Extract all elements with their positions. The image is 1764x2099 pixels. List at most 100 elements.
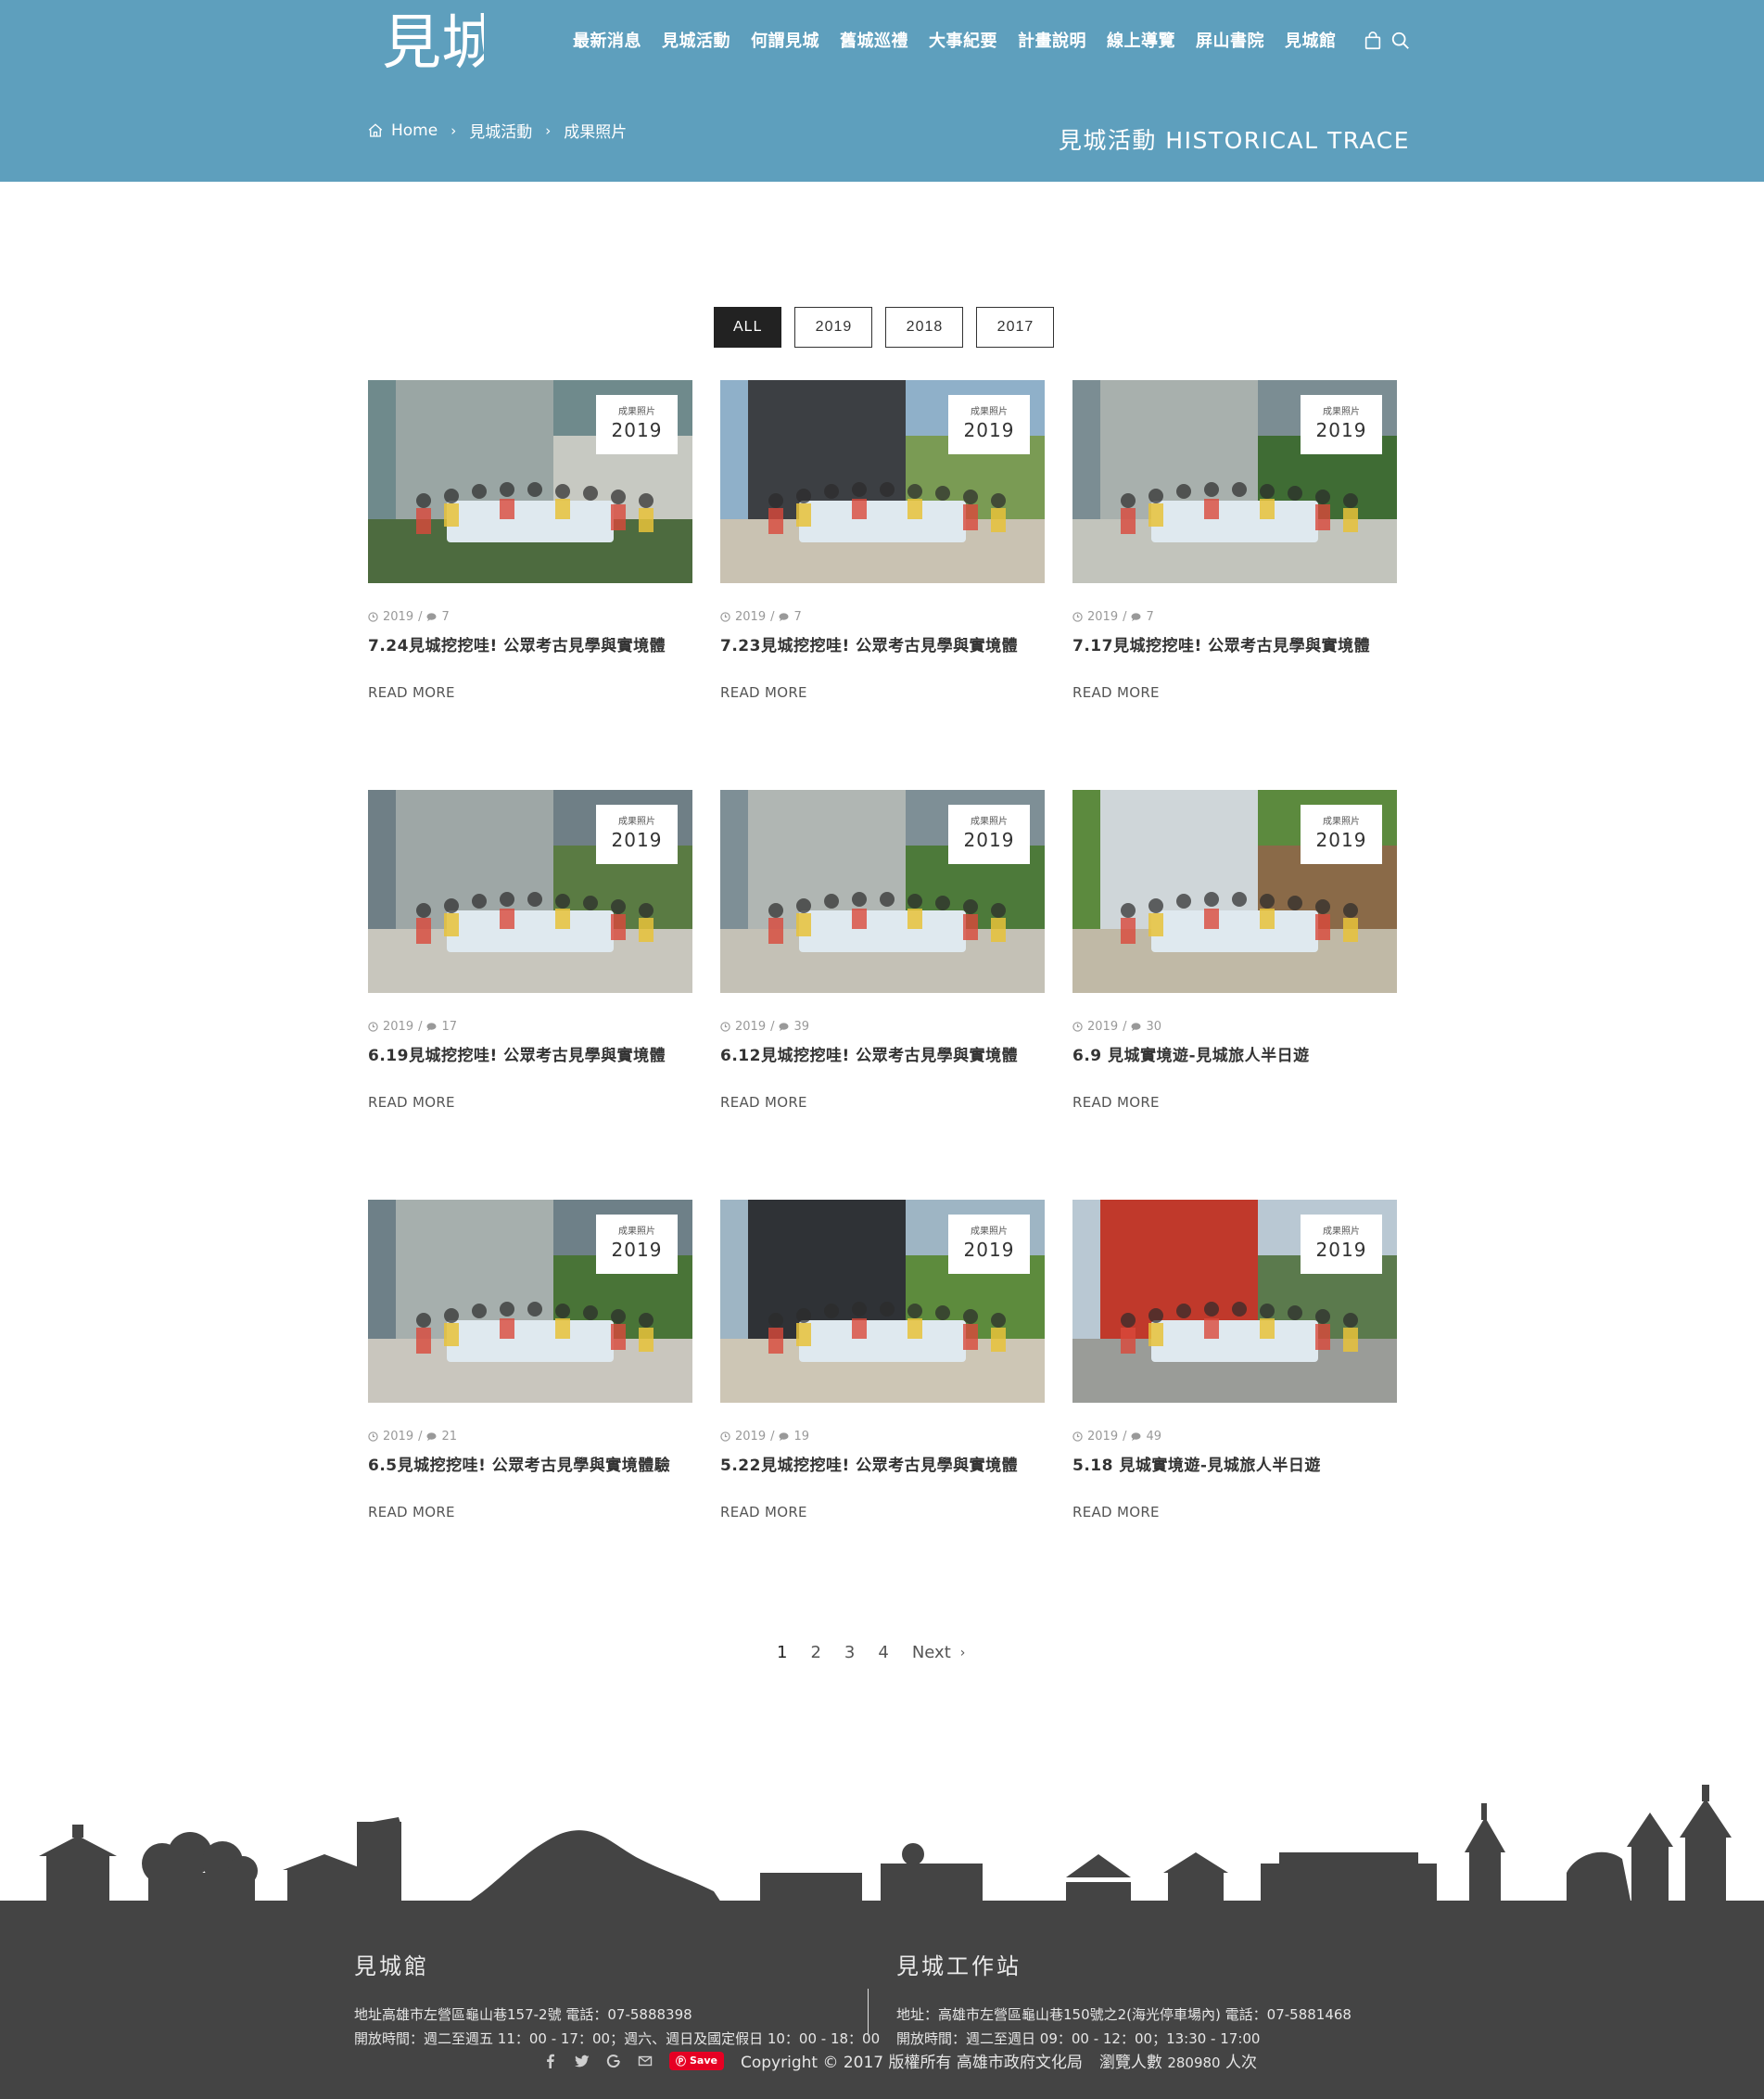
pinterest-icon: Ⓟ: [676, 2054, 686, 2067]
page-3-link[interactable]: 3: [844, 1643, 855, 1662]
meta-separator: /: [770, 610, 775, 624]
post-thumbnail[interactable]: 成果照片 2019: [368, 380, 692, 583]
read-more-link[interactable]: READ MORE: [368, 1504, 455, 1520]
nav-item-timeline[interactable]: 大事紀要: [929, 28, 997, 56]
post-comment-count: 39: [793, 1020, 810, 1034]
post-year-badge: 成果照片 2019: [596, 395, 678, 454]
read-more-link[interactable]: READ MORE: [368, 684, 455, 701]
year-filter: ALL 2019 2018 2017: [714, 307, 1055, 348]
facebook-icon[interactable]: [543, 2054, 558, 2068]
read-more-link[interactable]: READ MORE: [1072, 1094, 1160, 1111]
post-thumbnail[interactable]: 成果照片 2019: [368, 790, 692, 993]
post-meta: 2019 / 30: [1072, 1020, 1161, 1034]
badge-year: 2019: [611, 829, 663, 851]
page-2-link[interactable]: 2: [810, 1643, 820, 1662]
google-icon[interactable]: [606, 2054, 621, 2068]
footer-copyright: Copyright © 2017 版權所有 高雄市政府文化局: [740, 2054, 1083, 2072]
read-more-link[interactable]: READ MORE: [1072, 1504, 1160, 1520]
post-thumbnail[interactable]: 成果照片 2019: [368, 1200, 692, 1403]
post-comment-count: 7: [793, 610, 802, 624]
breadcrumb-home[interactable]: Home: [391, 121, 438, 140]
meta-separator: /: [418, 1020, 423, 1034]
comment-icon: [779, 1022, 790, 1032]
filter-2017-button[interactable]: 2017: [976, 307, 1055, 348]
post-year: 2019: [383, 1020, 414, 1034]
next-page-link[interactable]: Next ›: [912, 1643, 966, 1662]
post-title[interactable]: 6.12見城挖挖哇! 公眾考古見學與實境體: [720, 1042, 1045, 1065]
post-year: 2019: [383, 610, 414, 624]
search-icon[interactable]: [1390, 31, 1411, 51]
meta-separator: /: [1123, 1020, 1127, 1034]
post-year-badge: 成果照片 2019: [596, 805, 678, 864]
comment-icon: [426, 1431, 438, 1442]
post-thumbnail[interactable]: 成果照片 2019: [720, 790, 1045, 993]
visit-count: 280980: [1167, 2054, 1221, 2071]
footer-bottom-bar: Ⓟ Save Copyright © 2017 版權所有 高雄市政府文化局 瀏覽…: [543, 2049, 1257, 2072]
badge-year: 2019: [611, 1239, 663, 1261]
post-title[interactable]: 6.9 見城實境遊-見城旅人半日遊: [1072, 1042, 1397, 1065]
site-footer: 見城館 地址高雄市左營區龜山巷157-2號 電話：07-5888398 開放時間…: [0, 1903, 1764, 2099]
filter-2018-button[interactable]: 2018: [885, 307, 964, 348]
breadcrumb-activities[interactable]: 見城活動: [469, 119, 532, 142]
meta-separator: /: [418, 610, 423, 624]
post-title[interactable]: 5.22見城挖挖哇! 公眾考古見學與實境體: [720, 1452, 1045, 1475]
clock-icon: [1072, 1431, 1083, 1442]
post-title[interactable]: 5.18 見城實境遊-見城旅人半日遊: [1072, 1452, 1397, 1475]
nav-item-activities[interactable]: 見城活動: [662, 28, 730, 56]
read-more-link[interactable]: READ MORE: [1072, 684, 1160, 701]
post-title[interactable]: 6.19見城挖挖哇! 公眾考古見學與實境體: [368, 1042, 692, 1065]
post-card: 成果照片 2019 2019 / 49 5.18 見城實境遊-見城旅人半日遊 READ MO…: [1072, 1200, 1397, 1520]
read-more-link[interactable]: READ MORE: [368, 1094, 455, 1111]
post-card: 成果照片 2019 2019/7 7.23見城挖挖哇! 公眾考古見學與實境體 READ …: [720, 380, 1045, 701]
mail-icon[interactable]: [638, 2054, 653, 2068]
chevron-right-icon: ›: [959, 1645, 966, 1660]
nav-item-pingshan-academy[interactable]: 屏山書院: [1196, 28, 1264, 56]
next-label: Next: [911, 1643, 951, 1662]
read-more-link[interactable]: READ MORE: [720, 684, 807, 701]
nav-item-project[interactable]: 計畫說明: [1018, 28, 1086, 56]
badge-category: 成果照片: [1323, 817, 1360, 827]
filter-2019-button[interactable]: 2019: [794, 307, 873, 348]
post-thumbnail[interactable]: 成果照片 2019: [1072, 790, 1397, 993]
nav-item-news[interactable]: 最新消息: [573, 28, 641, 56]
post-thumbnail[interactable]: 成果照片 2019: [1072, 380, 1397, 583]
comment-icon: [779, 1431, 790, 1442]
nav-item-online-guide[interactable]: 線上導覽: [1107, 28, 1175, 56]
post-card: 成果照片 2019 2019/39 6.12見城挖挖哇! 公眾考古見學與實境體 READ…: [720, 790, 1045, 1111]
home-icon: [367, 122, 391, 139]
nav-item-old-city-tour[interactable]: 舊城巡禮: [840, 28, 908, 56]
comment-icon: [1131, 612, 1142, 622]
post-thumbnail[interactable]: 成果照片 2019: [720, 1200, 1045, 1403]
post-year-badge: 成果照片 2019: [596, 1215, 678, 1274]
badge-year: 2019: [611, 419, 663, 441]
comment-icon: [779, 612, 790, 622]
pinterest-save-button[interactable]: Ⓟ Save: [669, 2051, 724, 2070]
post-thumbnail[interactable]: 成果照片 2019: [1072, 1200, 1397, 1403]
post-title[interactable]: 7.24見城挖挖哇! 公眾考古見學與實境體: [368, 632, 692, 655]
shopping-bag-icon[interactable]: [1363, 31, 1383, 51]
nav-item-museum[interactable]: 見城館: [1285, 28, 1337, 56]
post-card: 成果照片 2019 2019 / 17 6.19見城挖挖哇! 公眾考古見學與實境體 READ…: [368, 790, 692, 1111]
post-title[interactable]: 7.17見城挖挖哇! 公眾考古見學與實境體: [1072, 632, 1397, 655]
filter-all-button[interactable]: ALL: [714, 307, 782, 348]
post-year-badge: 成果照片 2019: [948, 395, 1030, 454]
post-card: 成果照片 2019 2019 / 7 7.17見城挖挖哇! 公眾考古見學與實境體 READ …: [1072, 380, 1397, 701]
page-4-link[interactable]: 4: [878, 1643, 888, 1662]
post-year: 2019: [1087, 610, 1119, 624]
post-meta: 2019 / 7: [1072, 610, 1154, 624]
nav-item-about[interactable]: 何謂見城: [751, 28, 819, 56]
post-title[interactable]: 7.23見城挖挖哇! 公眾考古見學與實境體: [720, 632, 1045, 655]
site-logo[interactable]: 見城: [380, 6, 484, 78]
clock-icon: [720, 1431, 730, 1442]
page-1-link[interactable]: 1: [777, 1643, 787, 1662]
twitter-icon[interactable]: [575, 2054, 590, 2068]
read-more-link[interactable]: READ MORE: [720, 1504, 807, 1520]
post-thumbnail[interactable]: 成果照片 2019: [720, 380, 1045, 583]
post-year-badge: 成果照片 2019: [1301, 395, 1382, 454]
read-more-link[interactable]: READ MORE: [720, 1094, 807, 1111]
post-title[interactable]: 6.5見城挖挖哇! 公眾考古見學與實境體驗: [368, 1452, 692, 1475]
footer-station-hours: 開放時間：週二至週日 09：00 - 12：00；13:30 - 17:00: [896, 2030, 1261, 2047]
page-title: 見城活動 HISTORICAL TRACE: [1058, 127, 1410, 154]
footer-museum-info: 見城館 地址高雄市左營區龜山巷157-2號 電話：07-5888398 開放時間…: [354, 1948, 880, 2051]
post-meta: 2019/ 39: [720, 1020, 809, 1034]
